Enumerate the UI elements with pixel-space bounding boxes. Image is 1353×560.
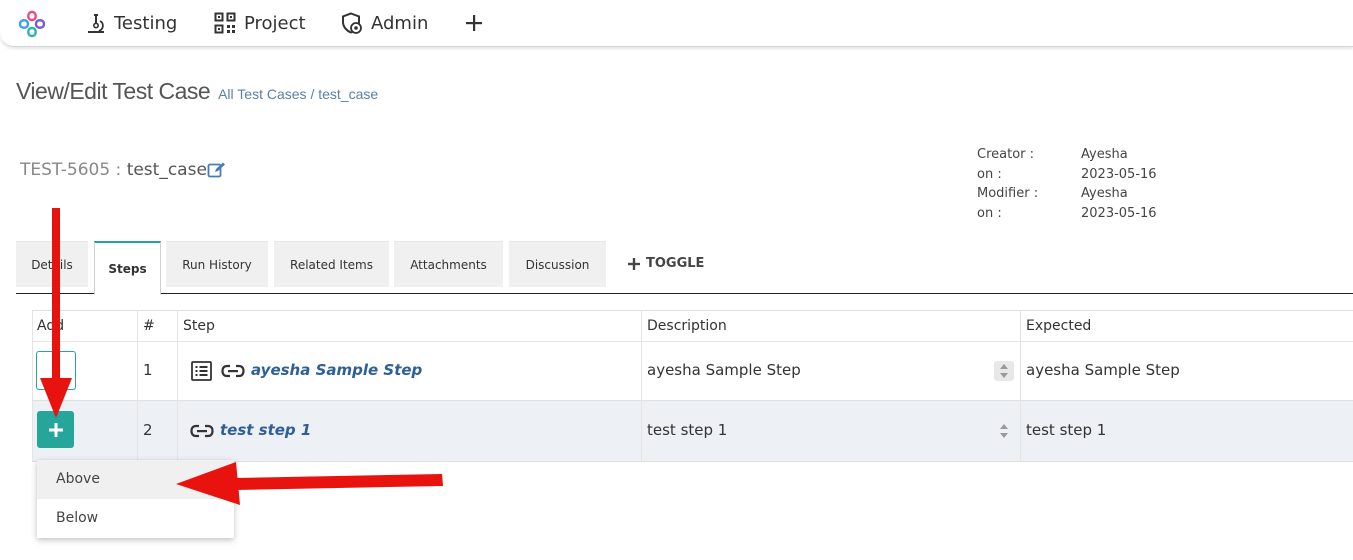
tab-run-history[interactable]: Run History: [166, 241, 268, 287]
row-2-add-button[interactable]: [37, 411, 74, 448]
top-nav-bar: Testing Project Admin: [0, 0, 1353, 47]
page-title: View/Edit Test Case All Test Cases / tes…: [16, 78, 378, 105]
menu-item-above[interactable]: Above: [37, 460, 234, 499]
row-2-expected[interactable]: test step 1: [1026, 421, 1106, 439]
row-1-step-link[interactable]: ayesha Sample Step: [251, 361, 422, 379]
nav-project[interactable]: Project: [214, 0, 306, 46]
modified-on-label: on :: [977, 205, 1002, 221]
nav-admin[interactable]: Admin: [341, 0, 428, 46]
nav-admin-label: Admin: [371, 12, 429, 34]
tab-attachments[interactable]: Attachments: [394, 241, 503, 287]
toggle-label: TOGGLE: [646, 256, 705, 271]
nav-testing-label: Testing: [114, 12, 178, 34]
nav-add-button[interactable]: [465, 0, 491, 46]
modified-on-value: 2023-05-16: [1081, 205, 1157, 221]
column-header-step[interactable]: Step: [183, 311, 215, 341]
plus-icon: [466, 15, 482, 31]
grid-column-divider: [137, 311, 138, 461]
steps-grid: Add # Step Description Expected 1 ayesha…: [32, 310, 1353, 462]
tab-bar: Details Steps Run History Related Items …: [16, 241, 1353, 295]
grid-column-divider: [641, 311, 642, 461]
edit-icon[interactable]: [207, 161, 226, 179]
page-title-text: View/Edit Test Case: [16, 78, 211, 104]
shield-gear-icon: [342, 12, 362, 34]
breadcrumb-all-test-cases[interactable]: All Test Cases: [218, 86, 306, 102]
breadcrumb-separator: /: [310, 86, 315, 102]
row-1-number: 1: [143, 361, 153, 379]
row-1-add-button[interactable]: [36, 351, 76, 390]
tab-details[interactable]: Details: [16, 241, 88, 287]
created-on-label: on :: [977, 166, 1002, 182]
test-case-name: test_case: [126, 160, 207, 180]
microscope-icon: [88, 14, 104, 33]
modifier-value: Ayesha: [1081, 186, 1128, 201]
tab-related-items[interactable]: Related Items: [274, 241, 389, 287]
menu-item-below[interactable]: Below: [37, 499, 234, 538]
nav-project-label: Project: [244, 12, 306, 34]
nav-testing[interactable]: Testing: [86, 0, 177, 46]
created-on-value: 2023-05-16: [1081, 166, 1157, 182]
creator-value: Ayesha: [1081, 147, 1128, 162]
test-case-separator: :: [110, 160, 127, 180]
column-header-number[interactable]: #: [143, 311, 155, 341]
row-2-description[interactable]: test step 1: [647, 421, 727, 439]
row-2-description-resize-icon[interactable]: [994, 421, 1014, 441]
link-icon[interactable]: [190, 423, 214, 439]
breadcrumb-current[interactable]: test_case: [318, 86, 378, 102]
column-header-expected[interactable]: Expected: [1026, 311, 1091, 341]
column-header-add[interactable]: Add: [37, 311, 64, 341]
row-2-number: 2: [143, 421, 153, 439]
test-case-heading: TEST-5605 : test_case: [20, 160, 207, 180]
creator-label: Creator :: [977, 147, 1035, 162]
link-icon[interactable]: [221, 363, 245, 379]
plus-icon: [628, 257, 640, 270]
row-1-expected[interactable]: ayesha Sample Step: [1026, 361, 1180, 379]
tab-steps[interactable]: Steps: [94, 241, 161, 295]
grid-column-divider: [177, 311, 178, 461]
add-step-menu: Above Below: [37, 460, 234, 538]
grid-column-divider: [32, 311, 33, 461]
resize-arrows-icon: [1000, 424, 1008, 438]
qr-grid-icon: [214, 12, 236, 34]
tab-discussion[interactable]: Discussion: [509, 241, 606, 287]
row-1-description[interactable]: ayesha Sample Step: [647, 361, 801, 379]
list-icon[interactable]: [191, 361, 212, 381]
toggle-button[interactable]: TOGGLE: [628, 241, 704, 286]
resize-arrows-icon: [1000, 364, 1008, 378]
column-header-description[interactable]: Description: [647, 311, 727, 341]
test-case-meta: Creator : Ayesha on : 2023-05-16 Modifier …: [977, 145, 1157, 223]
grid-column-divider: [1020, 311, 1021, 461]
test-case-id: TEST-5605: [20, 160, 111, 180]
breadcrumb: All Test Cases / test_case: [218, 86, 378, 102]
plus-icon: [48, 422, 63, 437]
app-logo-icon[interactable]: [17, 9, 47, 39]
row-2-step-link[interactable]: test step 1: [220, 421, 311, 439]
modifier-label: Modifier :: [977, 186, 1039, 201]
row-1-description-resize-icon[interactable]: [994, 361, 1014, 381]
